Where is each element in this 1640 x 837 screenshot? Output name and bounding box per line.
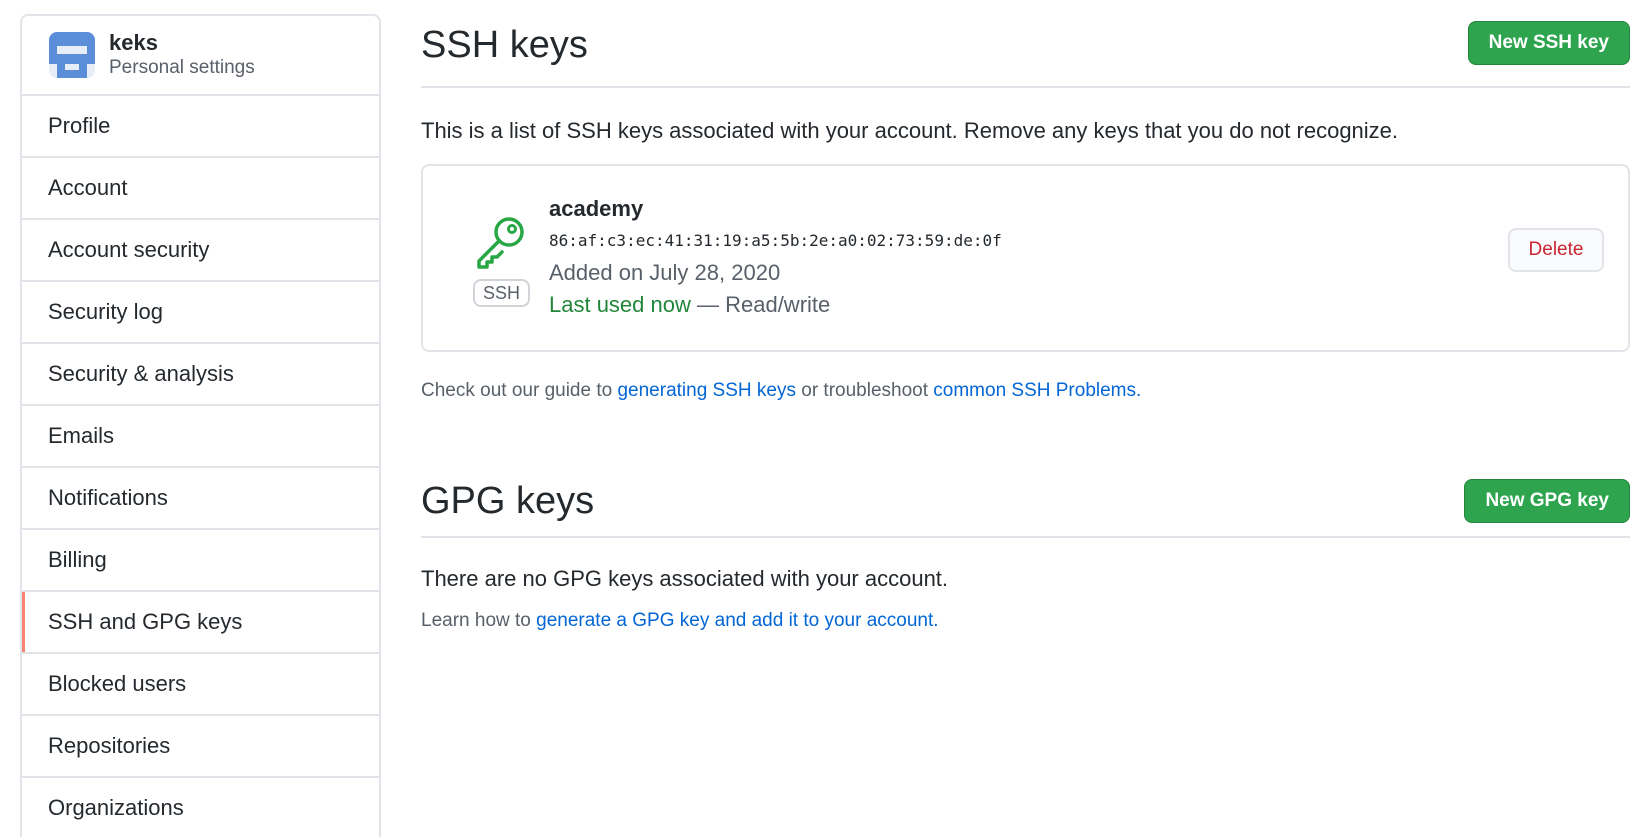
ssh-guide-prefix: Check out our guide to <box>421 380 618 401</box>
ssh-keys-section: SSH keys New SSH key This is a list of S… <box>421 0 1630 402</box>
generate-gpg-key-link[interactable]: generate a GPG key and add it to your ac… <box>536 610 933 631</box>
ssh-keys-intro: This is a list of SSH keys associated wi… <box>421 118 1399 143</box>
common-ssh-problems-link[interactable]: common SSH Problems <box>933 380 1136 401</box>
sidebar-item-security-log[interactable]: Security log <box>22 282 379 344</box>
ssh-key-fingerprint: 86:af:c3:ec:41:31:19:a5:5b:2e:a0:02:73:5… <box>549 231 1002 250</box>
ssh-key-title: academy <box>549 196 644 221</box>
ssh-badge: SSH <box>473 279 531 307</box>
sidebar-item-billing[interactable]: Billing <box>22 530 379 592</box>
sidebar-item-emails[interactable]: Emails <box>22 406 379 468</box>
ssh-key-item: SSH academy 86:af:c3:ec:41:31:19:a5:5b:2… <box>421 164 1630 352</box>
user-info: keks Personal settings <box>109 30 255 80</box>
sidebar-item-organizations[interactable]: Organizations <box>22 778 379 837</box>
new-gpg-key-button[interactable]: New GPG key <box>1464 479 1630 523</box>
settings-sidebar: keks Personal settings Profile Account A… <box>20 14 381 837</box>
ssh-key-usage: Last used now — Read/write <box>549 290 1002 320</box>
ssh-key-added-date: Added on July 28, 2020 <box>549 260 781 285</box>
settings-nav: Profile Account Account security Securit… <box>22 96 379 837</box>
gpg-empty-message: There are no GPG keys associated with yo… <box>421 566 949 591</box>
gpg-keys-title: GPG keys <box>421 479 595 522</box>
sidebar-item-account[interactable]: Account <box>22 158 379 220</box>
delete-ssh-key-button[interactable]: Delete <box>1508 228 1604 272</box>
sidebar-item-ssh-gpg-keys[interactable]: SSH and GPG keys <box>22 592 379 654</box>
avatar[interactable] <box>49 32 95 78</box>
ssh-guide-middle: or troubleshoot <box>795 380 934 401</box>
username[interactable]: keks <box>109 30 255 56</box>
generating-ssh-keys-link[interactable]: generating SSH keys <box>617 380 796 401</box>
ssh-key-access: — Read/write <box>690 292 831 317</box>
main-content: SSH keys New SSH key This is a list of S… <box>421 0 1630 632</box>
sidebar-item-notifications[interactable]: Notifications <box>22 468 379 530</box>
gpg-keys-section: GPG keys New GPG key There are no GPG ke… <box>421 466 1630 632</box>
ssh-key-icon-column: SSH <box>473 214 531 307</box>
gpg-learn-prefix: Learn how to <box>421 610 537 631</box>
ssh-key-last-used: Last used now <box>549 292 691 317</box>
ssh-guide-text: Check out our guide to generating SSH ke… <box>421 380 1630 402</box>
gpg-keys-header: GPG keys New GPG key <box>421 466 1630 538</box>
ssh-key-details: academy 86:af:c3:ec:41:31:19:a5:5b:2e:a0… <box>549 194 1002 320</box>
key-icon <box>477 217 524 269</box>
personal-settings-label: Personal settings <box>109 57 255 78</box>
sidebar-item-profile[interactable]: Profile <box>22 96 379 158</box>
sidebar-item-blocked-users[interactable]: Blocked users <box>22 654 379 716</box>
sidebar-item-account-security[interactable]: Account security <box>22 220 379 282</box>
sidebar-item-repositories[interactable]: Repositories <box>22 716 379 778</box>
ssh-guide-suffix: . <box>1136 380 1142 401</box>
ssh-keys-header: SSH keys New SSH key <box>421 0 1630 88</box>
new-ssh-key-button[interactable]: New SSH key <box>1467 21 1630 65</box>
gpg-learn-suffix: . <box>933 610 939 631</box>
sidebar-item-security-analysis[interactable]: Security & analysis <box>22 344 379 406</box>
ssh-keys-title: SSH keys <box>421 23 588 66</box>
gpg-learn-text: Learn how to generate a GPG key and add … <box>421 610 1630 632</box>
sidebar-user-header: keks Personal settings <box>22 16 379 96</box>
